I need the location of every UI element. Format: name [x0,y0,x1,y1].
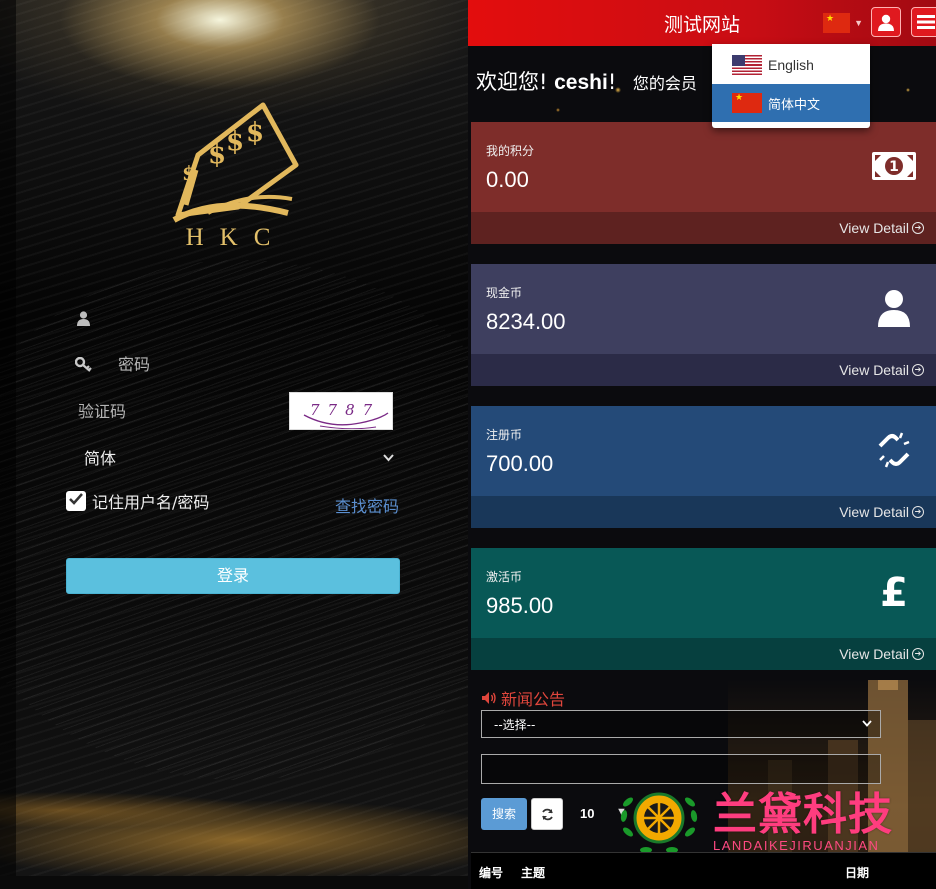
captcha-input[interactable] [66,401,266,421]
login-panel: $ $ $ $ HKC 7787 简体 [0,0,468,889]
volume-icon [482,692,496,704]
user-menu-button[interactable] [871,7,901,37]
activation-card: 激活币 985.00 £ View Detail ➔ [471,548,936,670]
pound-icon: £ [870,570,918,614]
welcome-prefix: 欢迎您! [476,70,548,94]
welcome-suffix: ! [607,70,617,94]
view-detail-label: View Detail [839,362,909,378]
refresh-button[interactable] [531,798,563,830]
watermark-logo-icon [620,792,698,853]
view-detail-link[interactable]: View Detail ➔ [471,212,936,244]
arrow-circle-right-icon: ➔ [912,648,924,660]
svg-text:$: $ [246,118,264,148]
card-label: 注册币 [486,428,523,442]
language-option-label: English [768,57,814,73]
hamburger-menu-button[interactable] [911,7,936,37]
user-icon [878,14,894,31]
bottom-strip [0,876,468,889]
user-icon [870,286,918,330]
language-toggle[interactable]: ★ ▼ [823,12,863,34]
top-navbar: 测试网站 ★ ▼ [468,0,936,46]
welcome-member-text: 您的会员 [632,74,697,93]
page-size-select[interactable]: 10 [580,806,594,821]
view-detail-label: View Detail [839,504,909,520]
password-row [66,345,400,383]
chevron-down-icon [862,716,872,730]
news-select-value: --选择-- [494,717,536,732]
news-category-select[interactable]: --选择-- [481,710,881,738]
arrow-circle-right-icon: ➔ [912,506,924,518]
site-title: 测试网站 [663,14,740,36]
points-card: 我的积分 0.00 1 View Detail ➔ [471,122,936,244]
news-title-text: 新闻公告 [501,690,566,709]
chevron-down-icon [376,450,400,465]
captcha-image[interactable]: 7787 [289,392,393,430]
password-input[interactable] [100,354,300,374]
menu-icon [917,15,935,29]
svg-text:£: £ [880,572,908,612]
welcome-username: ceshi [554,71,608,94]
card-label: 现金币 [486,286,523,300]
card-label: 我的积分 [486,144,535,158]
cn-flag-icon: ★ [823,13,851,33]
chevron-down-icon: ▼ [854,18,863,28]
forgot-password-link[interactable]: 查找密码 [335,493,399,517]
refresh-icon [541,808,553,820]
captcha-text: 7787 [310,401,380,419]
watermark-subtext: LANDAIKEJIRUANJIAN [713,838,880,853]
svg-text:$: $ [226,127,244,157]
card-value: 0.00 [486,167,529,192]
view-detail-label: View Detail [839,646,909,662]
background-glow [0,700,468,889]
cash-card: 现金币 8234.00 View Detail ➔ [471,264,936,386]
column-header-id: 编号 [479,866,504,880]
card-value: 985.00 [486,593,554,618]
view-detail-link[interactable]: View Detail ➔ [471,354,936,386]
news-section-title: 新闻公告 [481,686,565,710]
search-button[interactable]: 搜索 [481,798,527,830]
language-dropdown-menu: English ★ 简体中文 [712,44,870,128]
column-header-date: 日期 [845,866,870,880]
news-table-header: 编号 主题 日期 [471,852,936,889]
username-row [66,299,400,337]
money-icon: 1 [870,144,918,188]
view-detail-link[interactable]: View Detail ➔ [471,638,936,670]
card-value: 8234.00 [486,309,566,334]
us-flag-icon [732,55,762,75]
language-option-chinese[interactable]: ★ 简体中文 [712,84,870,122]
arrow-circle-right-icon: ➔ [912,222,924,234]
card-label: 激活币 [486,570,523,584]
remember-label: 记住用户名/密码 [92,493,210,512]
registration-card: 注册币 700.00 View Detail ➔ [471,406,936,528]
svg-text:$: $ [182,161,196,185]
dashboard-panel: 测试网站 ★ ▼ 欢迎您! ceshi! 您的会员 我的积分 0.00 1 Vi… [468,0,936,889]
column-header-subject: 主题 [521,866,546,880]
login-button[interactable]: 登录 [66,558,400,594]
panel-edge [0,0,16,889]
language-option-english[interactable]: English [712,46,870,84]
unlink-icon [870,428,918,472]
view-detail-link[interactable]: View Detail ➔ [471,496,936,528]
watermark-text: 兰黛科技 [713,789,893,840]
key-icon [66,356,100,372]
svg-text:$: $ [208,140,226,170]
cn-flag-icon: ★ [732,93,762,113]
welcome-message: 欢迎您! ceshi! 您的会员 [476,66,697,96]
card-value: 700.00 [486,451,554,476]
logo-text: HKC [185,224,287,251]
svg-text:1: 1 [889,159,899,175]
arrow-circle-right-icon: ➔ [912,364,924,376]
remember-checkbox[interactable] [66,491,86,511]
view-detail-label: View Detail [839,220,909,236]
username-input[interactable] [100,308,300,328]
language-select[interactable]: 简体 [66,438,400,476]
language-select-value: 简体 [84,449,117,468]
user-icon [66,310,100,326]
language-option-label: 简体中文 [768,97,821,113]
